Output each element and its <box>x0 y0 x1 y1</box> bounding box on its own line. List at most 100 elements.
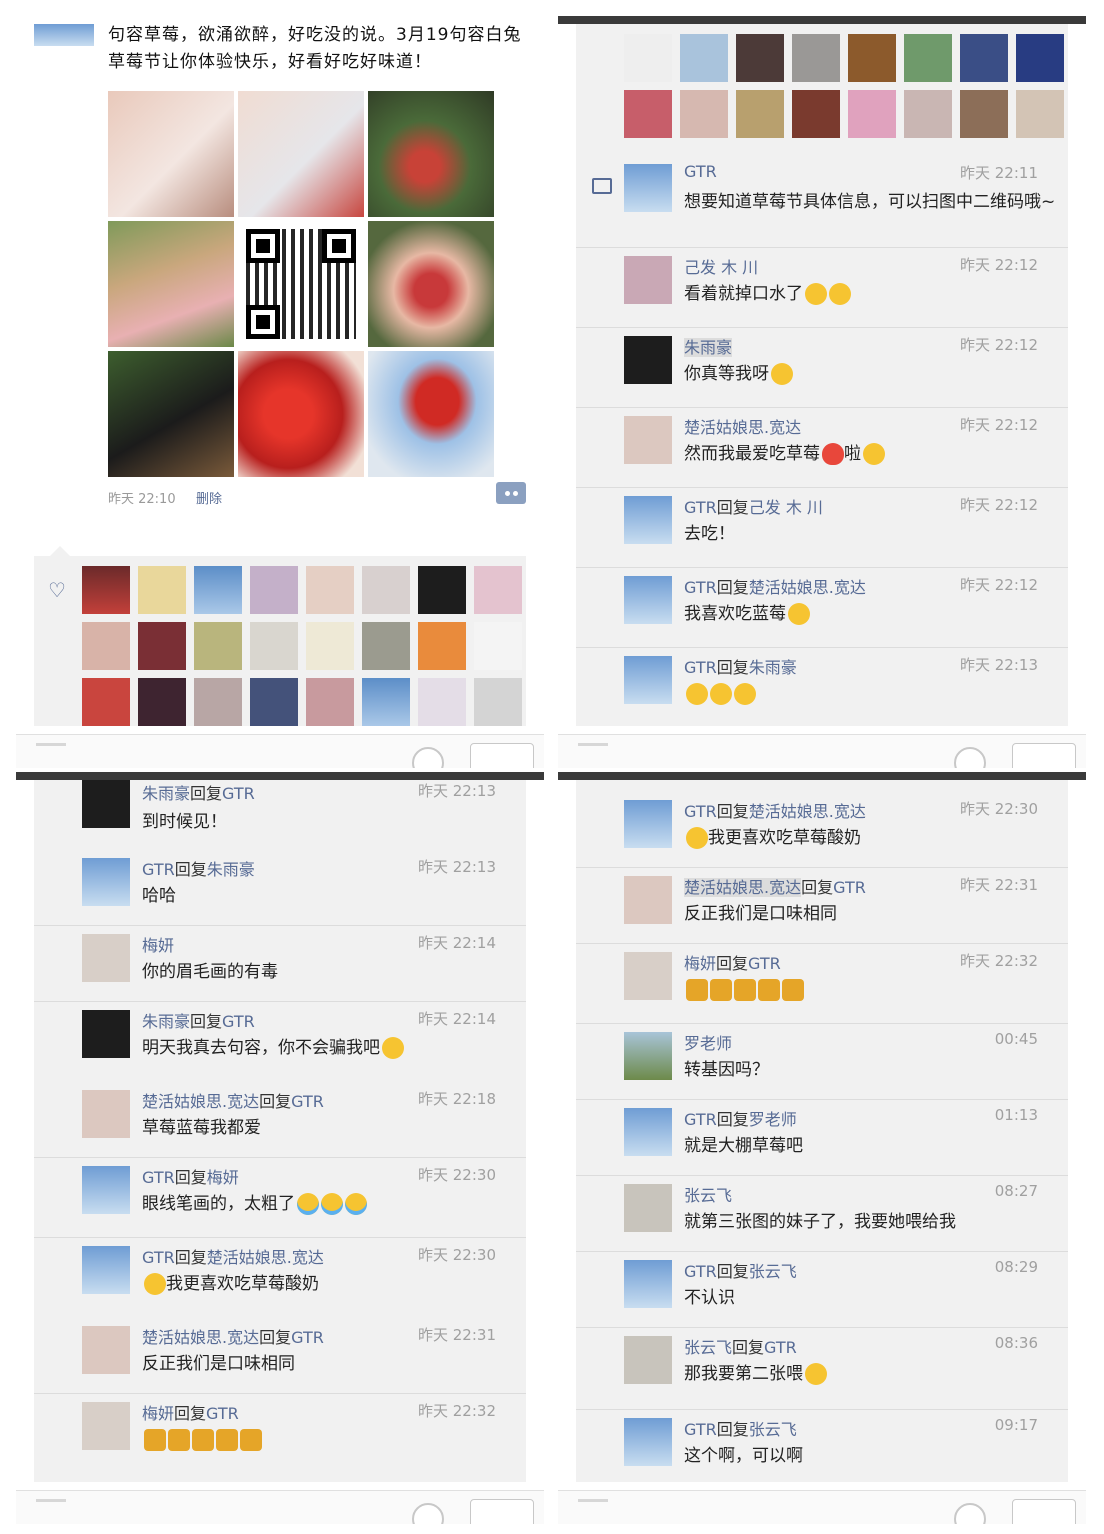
avatar[interactable] <box>624 656 672 704</box>
reply-from[interactable]: GTR <box>684 1110 717 1129</box>
avatar[interactable] <box>418 622 466 670</box>
send-button[interactable] <box>1012 1499 1076 1524</box>
avatar[interactable] <box>82 622 130 670</box>
avatar[interactable] <box>624 576 672 624</box>
reply-to[interactable]: 张云飞 <box>749 1262 797 1281</box>
avatar[interactable] <box>138 678 186 726</box>
avatar[interactable] <box>624 952 672 1000</box>
post-photo[interactable] <box>108 221 234 347</box>
avatar[interactable] <box>82 780 130 828</box>
avatar[interactable] <box>82 566 130 614</box>
avatar[interactable] <box>250 566 298 614</box>
emoji-icon[interactable] <box>412 1503 444 1524</box>
comment-menu-button[interactable] <box>496 482 526 504</box>
comment-row[interactable]: 楚活姑娘思.宽达 昨天 22:12 然而我最爱吃草莓 啦 <box>576 408 1068 488</box>
comment-row[interactable]: 梅妍回复GTR 昨天 22:32 <box>34 1394 526 1474</box>
comment-row[interactable]: 梅妍 昨天 22:14 你的眉毛画的有毒 <box>34 926 526 1002</box>
avatar[interactable] <box>960 90 1008 138</box>
reply-from[interactable]: GTR <box>142 860 175 879</box>
avatar[interactable] <box>624 1260 672 1308</box>
emoji-icon[interactable] <box>954 1503 986 1524</box>
reply-from[interactable]: GTR <box>684 1262 717 1281</box>
reply-to[interactable]: GTR <box>222 1012 255 1031</box>
avatar[interactable] <box>624 1418 672 1466</box>
reply-to[interactable]: 朱雨豪 <box>207 860 255 879</box>
post-photo[interactable] <box>368 351 494 477</box>
avatar[interactable] <box>82 1010 130 1058</box>
post-photo[interactable] <box>368 91 494 217</box>
reply-to[interactable]: 己发 木 川 <box>749 498 823 517</box>
comment-row[interactable]: GTR回复张云飞 08:29 不认识 <box>576 1252 1068 1328</box>
avatar[interactable] <box>904 90 952 138</box>
commenter-name[interactable]: GTR <box>684 162 717 181</box>
comment-input[interactable] <box>36 1499 66 1502</box>
avatar[interactable] <box>736 90 784 138</box>
reply-from[interactable]: GTR <box>684 1420 717 1439</box>
commenter-name[interactable]: 朱雨豪 <box>684 334 733 358</box>
avatar[interactable] <box>418 566 466 614</box>
avatar[interactable] <box>474 622 522 670</box>
avatar[interactable] <box>194 678 242 726</box>
avatar[interactable] <box>792 34 840 82</box>
reply-from[interactable]: GTR <box>684 498 717 517</box>
avatar[interactable] <box>624 90 672 138</box>
reply-to[interactable]: 罗老师 <box>749 1110 797 1129</box>
commenter-name[interactable]: GTR回复己发 木 川 <box>684 494 823 518</box>
comment-row[interactable]: 张云飞回复GTR 08:36 那我要第二张喂 <box>576 1328 1068 1410</box>
avatar[interactable] <box>418 678 466 726</box>
reply-from[interactable]: 朱雨豪 <box>142 784 190 803</box>
avatar[interactable] <box>250 678 298 726</box>
avatar[interactable] <box>82 1166 130 1214</box>
reply-from[interactable]: 梅妍 <box>684 954 716 973</box>
comment-row[interactable]: GTR回复己发 木 川 昨天 22:12 去吃！ <box>576 488 1068 568</box>
avatar[interactable] <box>960 34 1008 82</box>
commenter-name[interactable]: 楚活姑娘思.宽达回复GTR <box>142 1088 324 1112</box>
avatar[interactable] <box>194 566 242 614</box>
post-photo[interactable] <box>108 91 234 217</box>
avatar[interactable] <box>34 24 94 46</box>
avatar[interactable] <box>306 566 354 614</box>
post-photo[interactable] <box>238 91 364 217</box>
reply-from[interactable]: 楚活姑娘思.宽达 <box>142 1092 259 1111</box>
reply-to[interactable]: GTR <box>291 1092 324 1111</box>
avatar[interactable] <box>82 858 130 906</box>
commenter-name[interactable]: 梅妍回复GTR <box>684 950 781 974</box>
comment-row[interactable]: 朱雨豪回复GTR 昨天 22:14 明天我真去句容，你不会骗我吧 <box>34 1002 526 1082</box>
avatar[interactable] <box>194 622 242 670</box>
avatar[interactable] <box>624 164 672 212</box>
avatar[interactable] <box>848 34 896 82</box>
avatar[interactable] <box>624 496 672 544</box>
comment-input[interactable] <box>578 743 608 746</box>
commenter-name[interactable]: 楚活姑娘思.宽达 <box>684 414 801 438</box>
reply-to[interactable]: 梅妍 <box>207 1168 239 1187</box>
commenter-name[interactable]: 罗老师 <box>684 1030 732 1054</box>
reply-to[interactable]: GTR <box>206 1404 239 1423</box>
commenter-name[interactable]: 楚活姑娘思.宽达回复GTR <box>142 1324 324 1348</box>
reply-to[interactable]: 张云飞 <box>749 1420 797 1439</box>
avatar[interactable] <box>82 678 130 726</box>
commenter-name[interactable]: GTR回复楚活姑娘思.宽达 <box>684 574 866 598</box>
reply-to[interactable]: 楚活姑娘思.宽达 <box>749 578 866 597</box>
avatar[interactable] <box>624 256 672 304</box>
commenter-name[interactable]: GTR回复朱雨豪 <box>142 856 255 880</box>
comment-row[interactable]: GTR回复朱雨豪 昨天 22:13 <box>576 648 1068 726</box>
comment-row[interactable]: GTR回复朱雨豪 昨天 22:13 哈哈 <box>34 850 526 926</box>
avatar[interactable] <box>138 566 186 614</box>
avatar[interactable] <box>624 336 672 384</box>
commenter-name[interactable]: GTR回复梅妍 <box>142 1164 239 1188</box>
commenter-name[interactable]: 梅妍回复GTR <box>142 1400 239 1424</box>
avatar[interactable] <box>82 1246 130 1294</box>
comment-input[interactable] <box>578 1499 608 1502</box>
commenter-name[interactable]: 己发 木 川 <box>684 254 758 278</box>
reply-from[interactable]: GTR <box>684 578 717 597</box>
comment-row[interactable]: 楚活姑娘思.宽达回复GTR 昨天 22:31 反正我们是口味相同 <box>576 868 1068 944</box>
avatar[interactable] <box>82 1090 130 1138</box>
avatar[interactable] <box>138 622 186 670</box>
delete-link[interactable]: 删除 <box>196 488 222 507</box>
avatar[interactable] <box>624 1108 672 1156</box>
comment-row[interactable]: GTR回复楚活姑娘思.宽达 昨天 22:30 我更喜欢吃草莓酸奶 <box>34 1238 526 1318</box>
avatar[interactable] <box>624 1336 672 1384</box>
avatar[interactable] <box>474 678 522 726</box>
send-button[interactable] <box>1012 743 1076 768</box>
reply-to[interactable]: GTR <box>222 784 255 803</box>
